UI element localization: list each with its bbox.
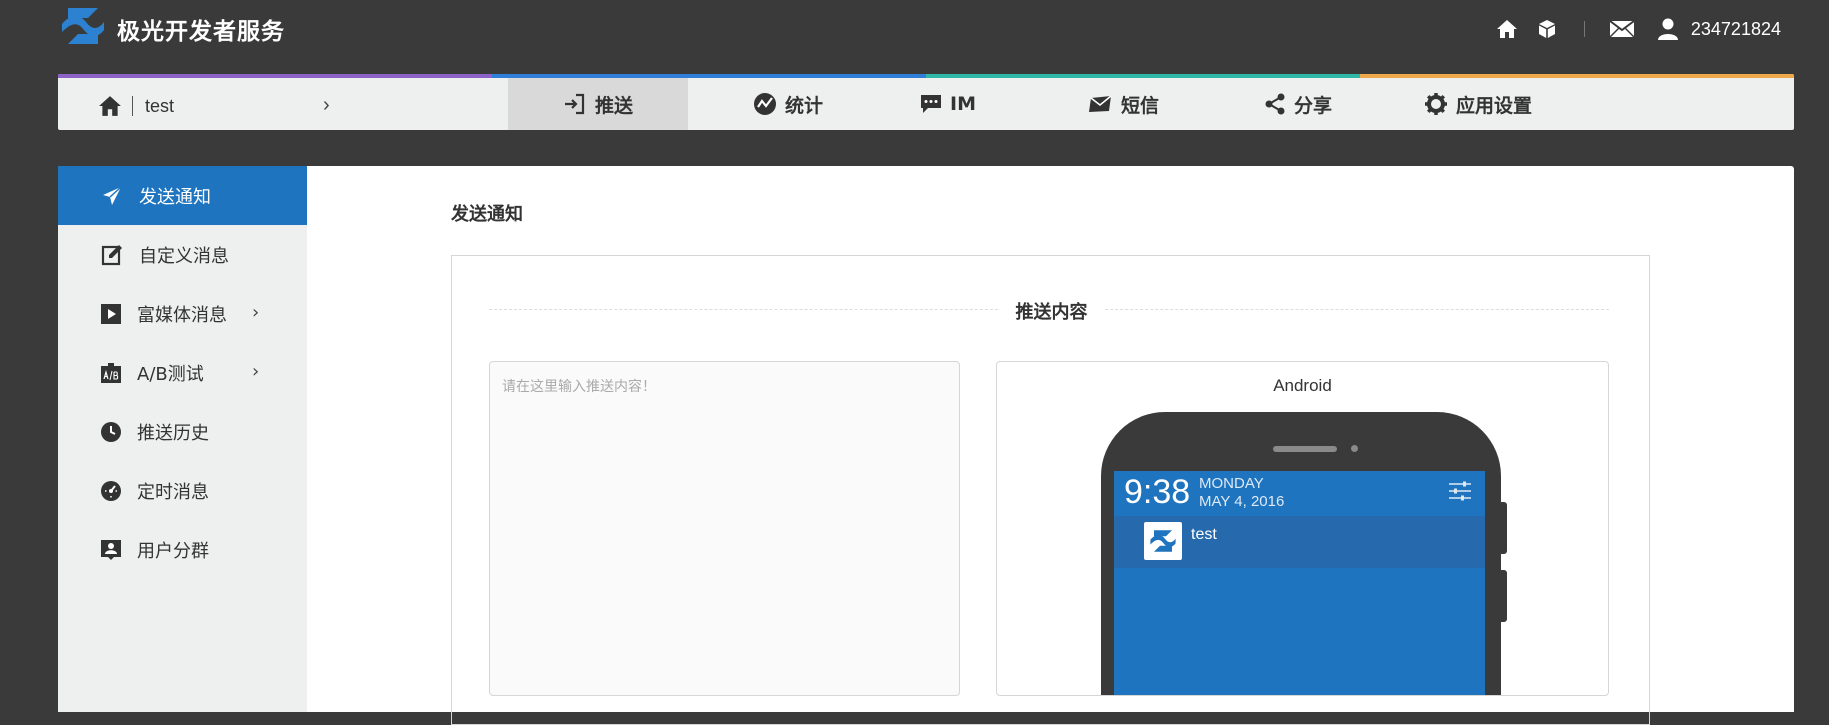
sidebar-item-label: 发送通知	[139, 186, 211, 208]
sms-icon	[1088, 95, 1112, 112]
chevron-right-icon: ›	[252, 361, 260, 382]
user-icon[interactable]	[1653, 14, 1683, 44]
tab-push[interactable]: 推送	[508, 78, 688, 130]
tab-label: IM	[950, 93, 976, 115]
ab-test-icon	[101, 362, 121, 383]
divider	[132, 96, 133, 116]
timer-icon	[101, 480, 121, 501]
push-icon	[564, 93, 585, 115]
home-icon	[99, 96, 121, 116]
preview-platform: Android	[1273, 376, 1332, 395]
top-bar: 极光开发者服务 234721824	[0, 0, 1829, 70]
cube-icon[interactable]	[1532, 14, 1562, 44]
tab-label: 短信	[1120, 94, 1159, 117]
lock-date-text: MAY 4, 2016	[1199, 493, 1285, 510]
push-content-card: 推送内容 Android 9:38 MONDAY MAY 4, 2016	[451, 255, 1650, 725]
clock-icon	[101, 421, 121, 442]
sidebar: 发送通知 自定义消息 富媒体消息 › A/B测试 › 推送历史 定时消息 用户分…	[58, 166, 307, 712]
sidebar-item-send-notification[interactable]: 发送通知	[58, 166, 307, 225]
chevron-right-icon: ›	[323, 94, 330, 116]
paper-plane-icon	[103, 185, 122, 205]
main-content: 发送通知 推送内容 Android 9:38 MONDAY MAY 4, 201…	[307, 166, 1794, 725]
sliders-icon	[1449, 481, 1471, 501]
tab-stats[interactable]: 统计	[718, 78, 858, 130]
user-group-icon	[101, 539, 121, 560]
chat-icon	[921, 95, 941, 113]
phone-screen: 9:38 MONDAY MAY 4, 2016 test	[1114, 471, 1485, 695]
divider	[1583, 21, 1585, 37]
tab-label: 统计	[784, 94, 823, 117]
user-id[interactable]: 234721824	[1691, 19, 1781, 40]
phone-mockup: 9:38 MONDAY MAY 4, 2016 test	[1101, 412, 1507, 695]
section-title: 推送内容	[452, 298, 1651, 324]
top-actions: 234721824	[1482, 14, 1781, 44]
tab-share[interactable]: 分享	[1238, 78, 1358, 130]
main-nav: test › 推送 统计 IM 短信 分享 应用设置	[58, 74, 1794, 130]
sidebar-item-rich-media[interactable]: 富媒体消息 ›	[58, 284, 307, 343]
play-icon	[101, 303, 121, 324]
phone-button	[1501, 570, 1507, 622]
lock-time: 9:38	[1124, 473, 1191, 511]
edit-icon	[101, 244, 122, 265]
gear-icon	[1424, 93, 1447, 115]
chevron-right-icon: ›	[252, 302, 260, 323]
jiguang-logo-icon[interactable]	[58, 4, 108, 48]
tab-label: 应用设置	[1455, 94, 1532, 117]
home-icon[interactable]	[1492, 14, 1522, 44]
sidebar-item-label: 自定义消息	[139, 245, 229, 267]
app-name: test	[145, 95, 175, 116]
lock-date: MONDAY MAY 4, 2016	[1199, 475, 1284, 511]
notification-title: test	[1191, 526, 1217, 543]
tab-app-settings[interactable]: 应用设置	[1398, 78, 1558, 130]
lock-day: MONDAY	[1199, 475, 1264, 492]
nav-stripe	[58, 74, 492, 78]
tab-im[interactable]: IM	[898, 78, 998, 130]
phone-speaker	[1273, 446, 1337, 452]
sidebar-item-label: 定时消息	[137, 481, 209, 503]
page-title: 发送通知	[451, 204, 523, 225]
app-selector[interactable]: test ›	[98, 94, 348, 118]
sidebar-item-custom-message[interactable]: 自定义消息	[58, 225, 307, 284]
tab-sms[interactable]: 短信	[1058, 78, 1188, 130]
section-title-text: 推送内容	[999, 302, 1104, 323]
share-icon	[1265, 93, 1285, 115]
tab-label: 推送	[594, 94, 633, 117]
android-preview: Android 9:38 MONDAY MAY 4, 2016 test	[996, 361, 1609, 696]
sidebar-item-label: 用户分群	[137, 540, 209, 562]
push-content-input[interactable]	[489, 361, 960, 696]
sidebar-item-scheduled-message[interactable]: 定时消息	[58, 461, 307, 520]
phone-camera	[1351, 445, 1358, 452]
stats-icon	[753, 93, 776, 115]
sidebar-item-ab-test[interactable]: A/B测试 ›	[58, 343, 307, 402]
sidebar-item-label: 富媒体消息	[137, 304, 227, 326]
sidebar-item-push-history[interactable]: 推送历史	[58, 402, 307, 461]
sidebar-item-user-segments[interactable]: 用户分群	[58, 520, 307, 579]
phone-button	[1501, 502, 1507, 554]
tab-label: 分享	[1293, 94, 1332, 117]
brand-title: 极光开发者服务	[117, 19, 285, 45]
sidebar-item-label: 推送历史	[137, 422, 209, 444]
sidebar-item-label: A/B测试	[137, 363, 204, 385]
jiguang-logo-icon	[1144, 522, 1182, 560]
notification-item: test	[1114, 516, 1485, 568]
mail-icon[interactable]	[1607, 14, 1637, 44]
